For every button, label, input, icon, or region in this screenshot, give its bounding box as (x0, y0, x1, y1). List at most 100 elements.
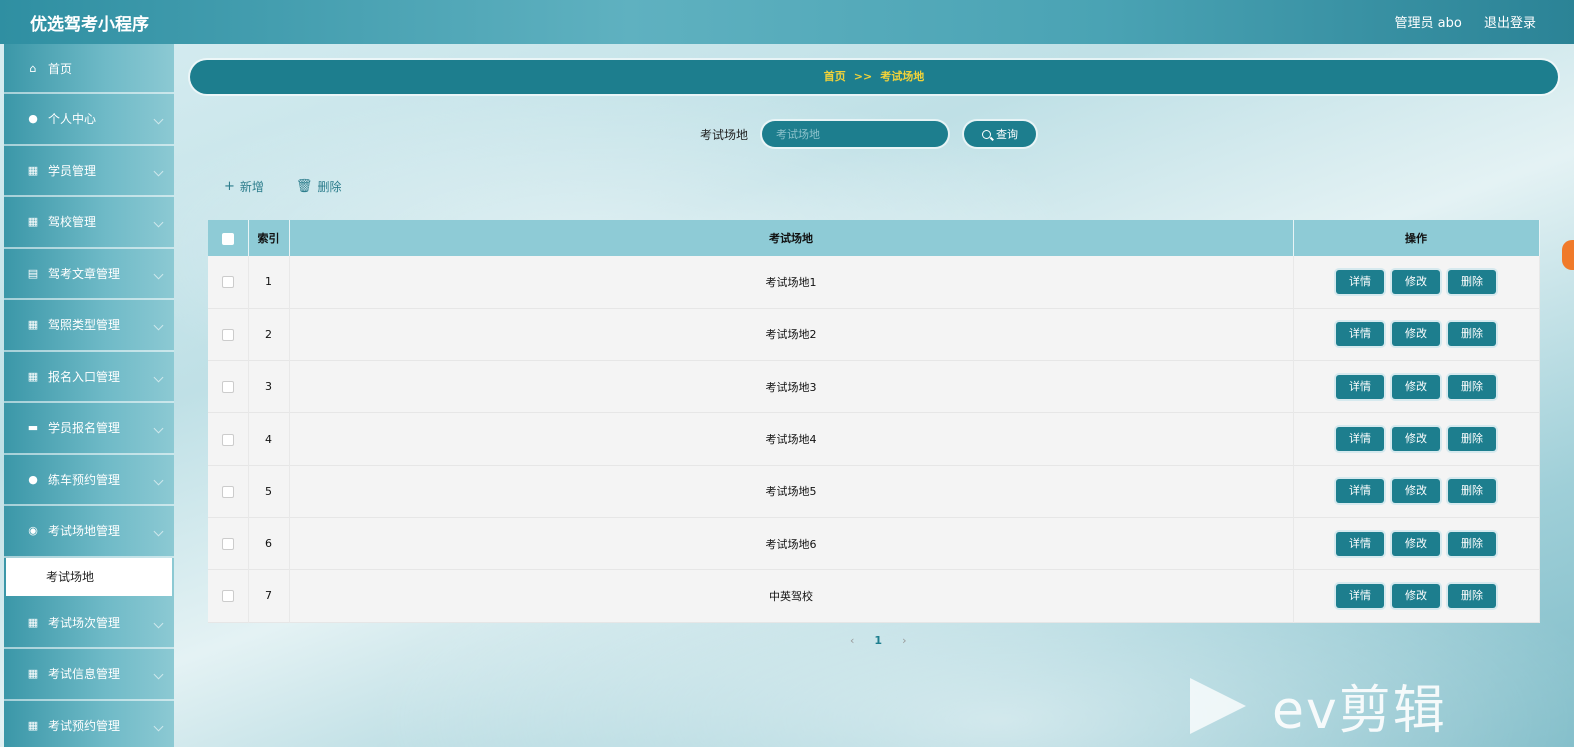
row-index: 5 (248, 465, 290, 518)
sidebar-item-label: 驾考文章管理 (48, 266, 121, 281)
breadcrumb: 首页 >> 考试场地 (190, 60, 1558, 94)
sidebar-item[interactable]: ● 练车预约管理 (4, 455, 174, 506)
add-button[interactable]: + 新增 (224, 178, 264, 195)
delete-button[interactable]: 删除 (1448, 322, 1496, 347)
row-select-cell[interactable] (208, 465, 249, 518)
row-actions: 详情 修改 删除 (1293, 517, 1540, 570)
table-row: 3 考试场地3 详情 修改 删除 (208, 360, 1540, 413)
delete-button[interactable]: 删除 (1448, 427, 1496, 452)
batch-delete-button[interactable]: 🗑 删除 (296, 178, 342, 195)
delete-button[interactable]: 删除 (1448, 269, 1496, 294)
breadcrumb-home[interactable]: 首页 (824, 70, 846, 83)
row-checkbox[interactable] (221, 590, 234, 603)
table-row: 4 考试场地4 详情 修改 删除 (208, 412, 1540, 466)
edit-button[interactable]: 修改 (1392, 322, 1440, 347)
logout-link[interactable]: 退出登录 (1484, 16, 1536, 31)
sidebar-item[interactable]: ▦ 考试预约管理 (4, 701, 174, 747)
column-header-actions: 操作 (1293, 220, 1540, 256)
row-checkbox[interactable] (221, 276, 234, 289)
sidebar-subitem-exam-venue[interactable]: 考试场地 (6, 557, 172, 596)
sidebar-item[interactable]: ▦ 学员管理 (4, 146, 174, 197)
row-venue-name: 考试场地3 (289, 360, 1294, 413)
edit-button[interactable]: 修改 (1392, 269, 1440, 294)
row-select-cell[interactable] (208, 308, 249, 361)
sidebar-item-label: 学员管理 (48, 163, 97, 178)
row-checkbox[interactable] (221, 328, 234, 341)
sidebar-item[interactable]: ▦ 驾校管理 (4, 197, 174, 249)
row-select-cell[interactable] (208, 412, 249, 466)
row-actions: 详情 修改 删除 (1293, 308, 1540, 361)
sidebar-item[interactable]: ▦ 驾照类型管理 (4, 300, 174, 352)
prev-page-button[interactable]: ‹ (850, 634, 854, 647)
admin-user-label: 管理员 abo (1394, 16, 1462, 31)
column-header-index: 索引 (248, 220, 290, 256)
grid-icon: ▦ (27, 318, 39, 332)
home-icon: ⌂ (29, 61, 37, 75)
column-header-venue: 考试场地 (289, 220, 1294, 256)
row-select-cell[interactable] (208, 569, 249, 623)
detail-button[interactable]: 详情 (1336, 374, 1384, 399)
row-checkbox[interactable] (221, 538, 234, 551)
breadcrumb-current: 考试场地 (880, 70, 925, 83)
edit-button[interactable]: 修改 (1392, 531, 1440, 556)
row-checkbox[interactable] (221, 485, 234, 498)
row-select-cell[interactable] (208, 360, 249, 413)
sidebar-item[interactable]: ● 个人中心 (4, 94, 174, 146)
sidebar-item[interactable]: ▤ 驾考文章管理 (4, 249, 174, 300)
watermark: ev剪辑 (1190, 668, 1447, 743)
row-venue-name: 考试场地1 (289, 256, 1294, 309)
detail-button[interactable]: 详情 (1336, 322, 1384, 347)
page-number-current[interactable]: 1 (874, 634, 882, 647)
detail-button[interactable]: 详情 (1336, 269, 1384, 294)
sidebar-item-label: 报名入口管理 (48, 369, 121, 384)
grid-icon: ▦ (27, 369, 39, 383)
table-row: 7 中英驾校 详情 修改 删除 (208, 569, 1540, 623)
sidebar-item[interactable]: ▦ 报名入口管理 (4, 352, 174, 403)
grid-icon: ▦ (27, 718, 39, 732)
sidebar-item-label: 考试场次管理 (48, 615, 121, 630)
search-button[interactable]: 查询 (964, 121, 1037, 147)
sidebar-item[interactable]: ◉ 考试场地管理 (4, 506, 174, 558)
detail-button[interactable]: 详情 (1336, 479, 1384, 504)
delete-button[interactable]: 删除 (1448, 374, 1496, 399)
search-input[interactable] (762, 121, 949, 147)
edit-button[interactable]: 修改 (1392, 427, 1440, 452)
row-checkbox[interactable] (221, 433, 234, 446)
sidebar-item[interactable]: ▦ 考试场次管理 (4, 598, 174, 649)
play-logo-icon (1190, 677, 1246, 734)
sidebar-item[interactable]: ▦ 考试信息管理 (4, 649, 174, 701)
watermark-text: ev剪辑 (1272, 681, 1447, 741)
row-index: 7 (248, 569, 290, 623)
detail-button[interactable]: 详情 (1336, 531, 1384, 556)
row-select-cell[interactable] (208, 517, 249, 570)
pagination: ‹ 1 › (840, 634, 916, 647)
delete-button[interactable]: 删除 (1448, 479, 1496, 504)
edit-button[interactable]: 修改 (1392, 479, 1440, 504)
row-index: 1 (248, 256, 290, 309)
row-venue-name: 考试场地6 (289, 517, 1294, 570)
detail-button[interactable]: 详情 (1336, 427, 1384, 452)
search-label: 考试场地 (700, 127, 749, 142)
grid-icon: ▦ (27, 163, 39, 177)
row-select-cell[interactable] (208, 256, 249, 309)
sidebar-item-label: 考试信息管理 (48, 667, 121, 682)
add-button-label: 新增 (239, 180, 264, 194)
row-index: 3 (248, 360, 290, 413)
floating-tab-icon[interactable] (1562, 240, 1574, 270)
action-row: + 新增 🗑 删除 (224, 178, 373, 195)
sidebar-item[interactable]: ▬ 学员报名管理 (4, 403, 174, 455)
sidebar-item-label: 个人中心 (48, 112, 97, 127)
row-actions: 详情 修改 删除 (1293, 412, 1540, 466)
row-checkbox[interactable] (221, 381, 234, 394)
detail-button[interactable]: 详情 (1336, 583, 1384, 608)
sidebar-item[interactable]: ⌂ 首页 (4, 44, 174, 94)
edit-button[interactable]: 修改 (1392, 583, 1440, 608)
edit-button[interactable]: 修改 (1392, 374, 1440, 399)
clipboard-icon: ▤ (27, 266, 39, 280)
delete-button[interactable]: 删除 (1448, 583, 1496, 608)
chevron-down-icon (153, 372, 164, 382)
next-page-button[interactable]: › (902, 634, 906, 647)
select-all-checkbox[interactable] (221, 232, 234, 245)
delete-button[interactable]: 删除 (1448, 531, 1496, 556)
select-all-cell[interactable] (208, 220, 249, 256)
